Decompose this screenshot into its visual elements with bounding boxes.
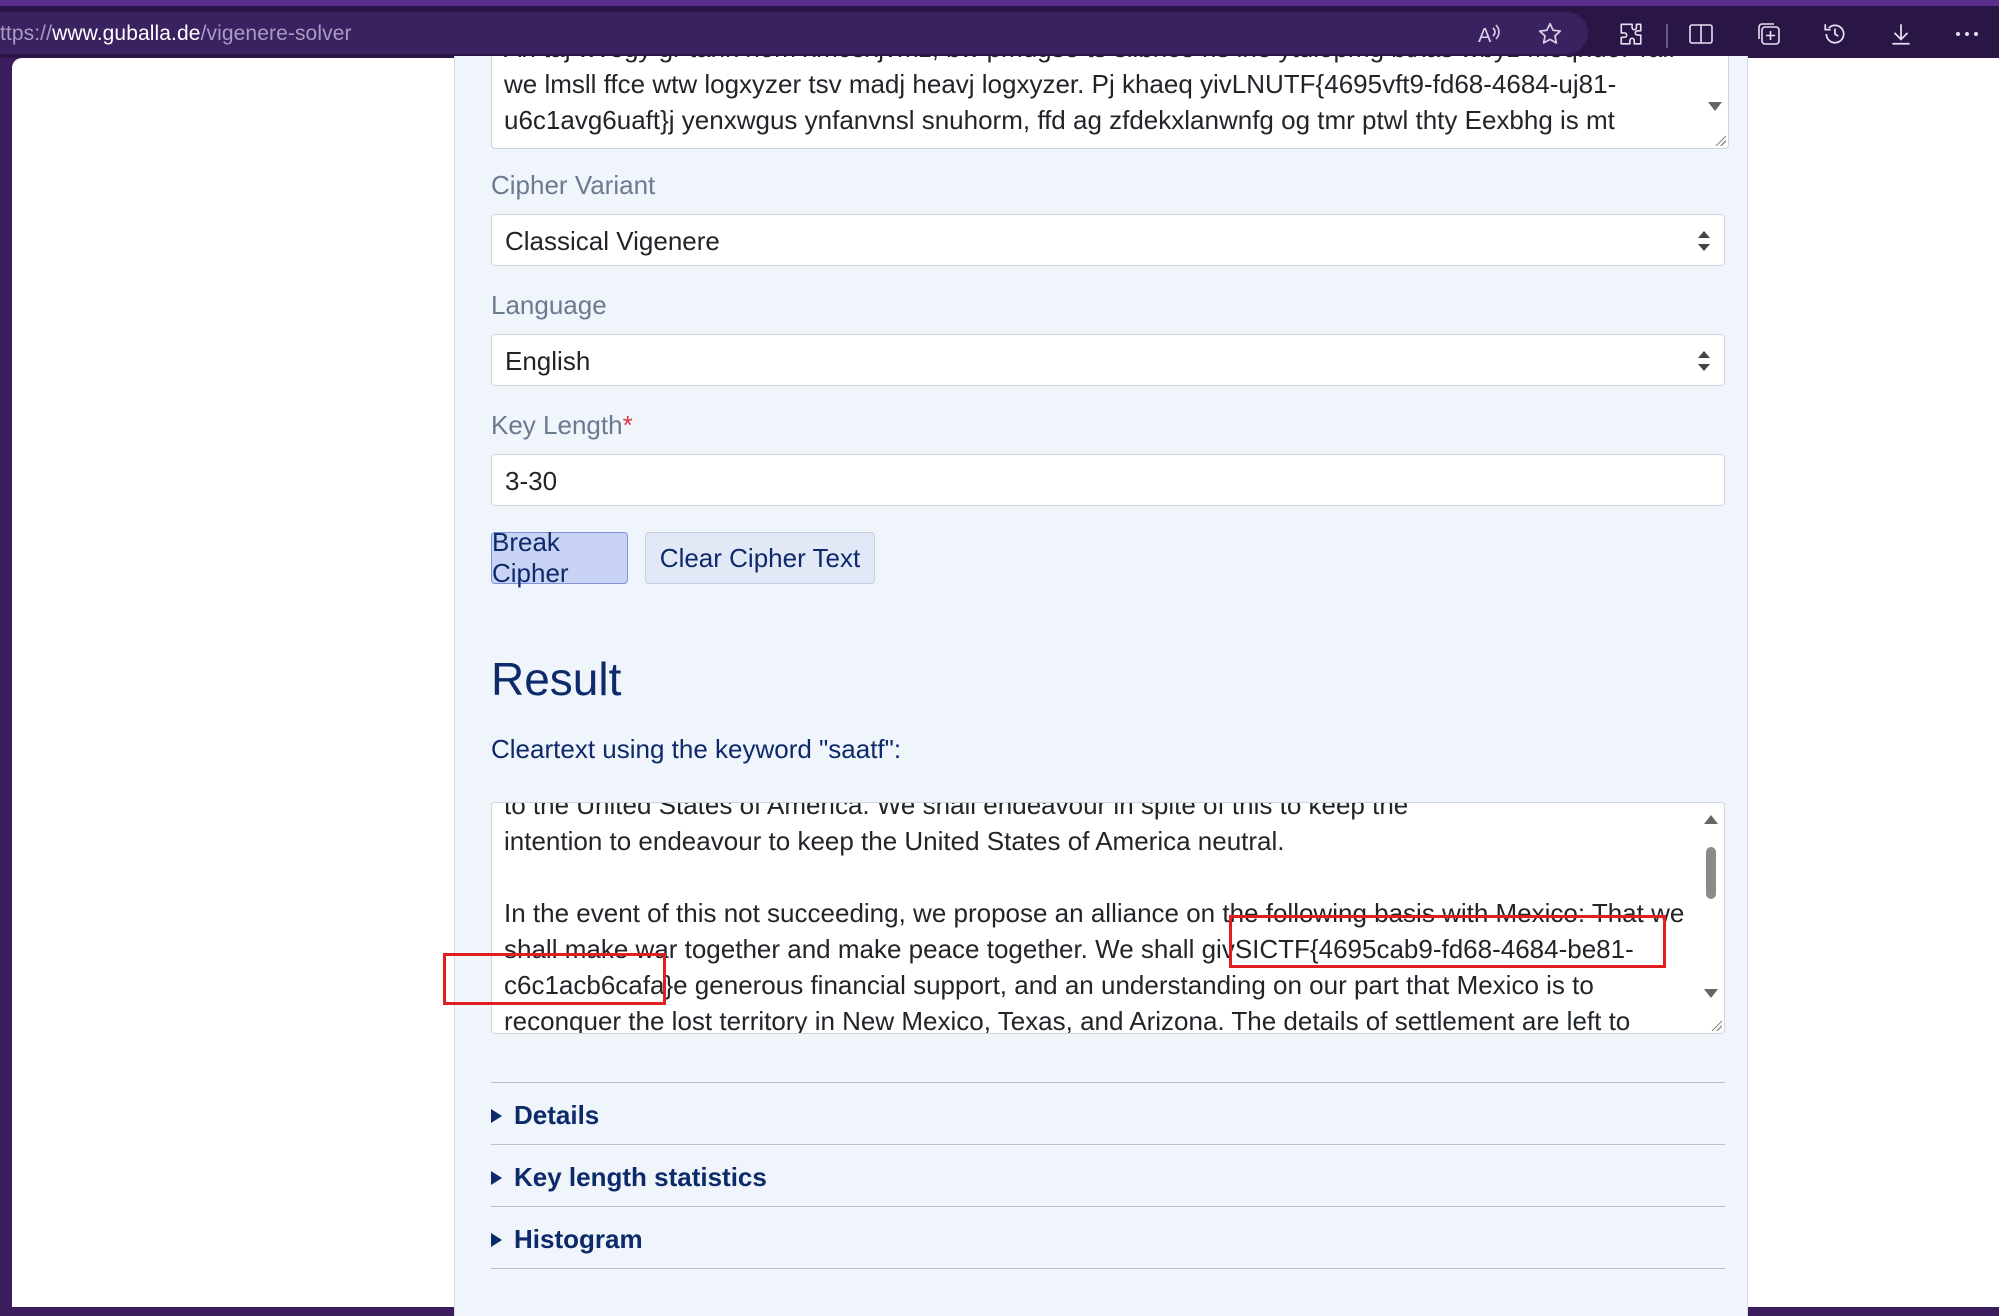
result-keyword-text: Cleartext using the keyword "saatf": [491, 734, 902, 764]
histogram-toggle[interactable]: Histogram [491, 1224, 643, 1255]
key-length-value: 3-30 [505, 466, 558, 496]
key-length-label: Key Length* [491, 410, 633, 441]
ciphertext-line: u6c1avg6uaft}j yenxwgus ynfanvnsl snuhor… [504, 105, 1615, 135]
read-aloud-icon[interactable]: A [1475, 20, 1505, 48]
toolbar-separator [1666, 24, 1668, 48]
solver-panel: An taj wvegy gr tank nom xmcexjvmz, bw p… [443, 56, 1748, 1316]
scrollbar-thumb[interactable] [1706, 847, 1716, 899]
url-scheme: ttps:// [0, 22, 53, 45]
expand-triangle-icon [491, 1170, 502, 1185]
url-text[interactable]: ttps://www.guballa.de/vigenere-solver [0, 22, 352, 46]
histogram-label: Histogram [514, 1224, 643, 1254]
cleartext-textarea[interactable]: to the United States of America. We shal… [491, 802, 1725, 1034]
cipher-variant-select[interactable]: Classical Vigenere [491, 214, 1725, 266]
key-length-input[interactable]: 3-30 [491, 454, 1725, 506]
cipher-variant-value: Classical Vigenere [505, 226, 720, 256]
scroll-down-arrow-icon[interactable] [1708, 102, 1722, 111]
cleartext-content: to the United States of America. We shal… [504, 802, 1694, 1034]
address-bar[interactable]: ttps://www.guballa.de/vigenere-solver A [0, 12, 1588, 54]
cleartext-line: shall make war together and make peace t… [504, 934, 1634, 964]
ciphertext-line: An taj wvegy gr tank nom xmcexjvmz, bw p… [504, 56, 1694, 66]
expand-triangle-icon [491, 1108, 502, 1123]
scroll-up-arrow-icon[interactable] [1704, 815, 1718, 824]
resize-grip-icon[interactable] [1714, 134, 1726, 146]
language-value: English [505, 346, 591, 376]
collections-icon[interactable] [1752, 18, 1786, 50]
result-heading: Result [491, 653, 622, 705]
svg-text:A: A [1478, 25, 1492, 46]
url-host: www.guballa.de [52, 22, 201, 45]
divider [491, 1082, 1725, 1083]
expand-triangle-icon [491, 1232, 502, 1247]
clear-cipher-text-button[interactable]: Clear Cipher Text [645, 532, 875, 584]
url-path: /vigenere-solver [200, 22, 352, 45]
select-caret-icon [1698, 351, 1710, 371]
divider [491, 1206, 1725, 1207]
cleartext-line: c6c1acb6cafa}e generous financial suppor… [504, 970, 1594, 1000]
ciphertext-content: An taj wvegy gr tank nom xmcexjvmz, bw p… [504, 56, 1694, 138]
cipher-variant-label: Cipher Variant [491, 170, 656, 200]
history-icon[interactable] [1818, 18, 1852, 50]
cleartext-line: to the United States of America. We shal… [504, 802, 1409, 820]
select-caret-icon [1698, 231, 1710, 251]
resize-grip-icon[interactable] [1710, 1019, 1722, 1031]
split-screen-icon[interactable] [1684, 18, 1718, 50]
key-length-label-text: Key Length [491, 410, 623, 440]
cleartext-line: In the event of this not succeeding, we … [504, 898, 1685, 928]
ciphertext-line: we lmsll ffce wtw logxyzer tsv madj heav… [504, 69, 1617, 99]
key-length-statistics-toggle[interactable]: Key length statistics [491, 1162, 767, 1193]
language-select[interactable]: English [491, 334, 1725, 386]
more-menu-icon[interactable] [1950, 18, 1984, 50]
scroll-down-arrow-icon[interactable] [1704, 989, 1718, 998]
required-marker: * [622, 410, 633, 440]
page-content: An taj wvegy gr tank nom xmcexjvmz, bw p… [12, 56, 1999, 1316]
divider [491, 1144, 1725, 1145]
key-length-statistics-label: Key length statistics [514, 1162, 767, 1192]
details-label: Details [514, 1100, 600, 1130]
details-toggle[interactable]: Details [491, 1100, 599, 1131]
downloads-icon[interactable] [1884, 18, 1918, 50]
ciphertext-textarea[interactable]: An taj wvegy gr tank nom xmcexjvmz, bw p… [491, 56, 1729, 149]
browser-toolbar: ttps://www.guballa.de/vigenere-solver A [0, 0, 1999, 58]
cleartext-line: reconquer the lost territory in New Mexi… [504, 1006, 1631, 1034]
cleartext-line [504, 859, 1694, 895]
break-cipher-button[interactable]: Break Cipher [491, 527, 628, 588]
cleartext-line: intention to endeavour to keep the Unite… [504, 826, 1285, 856]
extensions-icon[interactable] [1614, 18, 1648, 50]
language-label: Language [491, 290, 607, 320]
favorite-star-icon[interactable] [1535, 20, 1565, 48]
divider [491, 1268, 1725, 1269]
